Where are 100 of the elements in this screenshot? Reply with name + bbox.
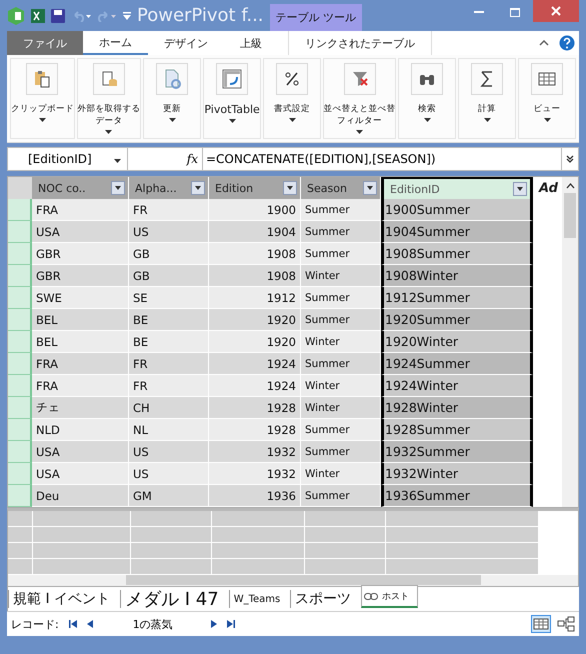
table-cell: Summer [301,353,381,375]
table-cell: US [129,221,209,243]
ribbon-label[interactable]: フィルター [337,115,382,127]
clipboard-icon [32,69,52,89]
filter-dropdown-icon[interactable] [363,181,377,195]
filter-dropdown-icon[interactable] [283,181,297,195]
customize-icon[interactable] [123,12,131,20]
table-cell: 1932Winter [381,463,533,485]
sheet-tab[interactable]: ホスト [361,585,418,608]
row-header[interactable] [8,265,32,287]
caret-icon [424,118,430,122]
row-header[interactable] [8,243,32,265]
table-cell: 1920 [209,309,301,331]
row-header[interactable] [8,287,32,309]
table-cell: 1936 [209,485,301,507]
table-cell: 1928Summer [381,419,533,441]
caret-icon [356,130,364,134]
table-cell: GBR [32,265,129,287]
row-header[interactable] [8,485,32,507]
table-cell: 1932Summer [381,441,533,463]
caret-icon [484,118,490,122]
ribbon-tab[interactable]: ファイル [7,31,83,55]
table-cell: 1908 [209,243,301,265]
scrollbar-thumb[interactable] [126,575,481,586]
table-cell: 1912 [209,287,301,309]
previous-record-icon[interactable] [86,620,93,628]
ribbon-label[interactable]: 外部を取得する [77,103,140,115]
ribbon-label[interactable]: クリップボード [10,103,74,115]
ribbon-label[interactable]: データ [95,115,122,127]
sheet-tab[interactable]: W_Teams [228,590,290,608]
caret-icon [38,118,46,122]
app-icon[interactable] [7,6,25,24]
last-record-icon[interactable] [226,620,235,628]
column-header[interactable]: Alpha... [129,177,209,199]
table-cell: チェ [32,397,129,419]
table-cell: 1920Summer [381,309,533,331]
row-header[interactable] [8,397,32,419]
close-button[interactable] [533,0,579,22]
table-cell: GB [129,243,209,265]
table-cell: 1904Summer [381,221,533,243]
filter-dropdown-icon[interactable] [111,181,125,195]
help-icon[interactable] [559,35,575,51]
ribbon-label[interactable]: 書式設定 [274,103,310,115]
ribbon-label[interactable]: 計算 [478,103,496,115]
caret-icon [288,118,296,122]
ribbon-label[interactable]: 更新 [163,103,182,115]
ribbon-label[interactable]: PivotTable [204,103,260,116]
table-cell: 1936Summer [381,485,533,507]
table-cell: 1908Summer [381,243,533,265]
redo-icon[interactable] [97,10,117,22]
table-cell: Summer [301,199,381,221]
table-cell: Winter [301,375,381,397]
caret-icon [228,119,236,123]
save-icon[interactable] [51,8,65,22]
table-cell: GB [129,265,209,287]
spreadsheet-icon[interactable] [31,8,45,22]
filter-dropdown-icon[interactable] [513,182,527,196]
table-cell: Deu [32,485,129,507]
ribbon-label[interactable]: 検索 [418,103,436,115]
caret-icon [168,118,176,122]
column-header[interactable]: Edition [209,177,301,199]
table-cell: GBR [32,243,129,265]
sheet-tab[interactable]: メダル I 47 [120,590,229,608]
table-cell: NLD [32,419,129,441]
column-header[interactable]: Season [301,177,381,199]
scroll-up-icon[interactable] [566,183,574,189]
next-record-icon[interactable] [210,620,217,628]
filter-dropdown-icon[interactable] [191,181,205,195]
table-cell: BE [129,309,209,331]
column-header[interactable]: EditionID [381,177,533,199]
scrollbar-thumb[interactable] [564,193,576,238]
collapse-ribbon-icon[interactable] [539,40,549,46]
ribbon-tab[interactable]: 上級 [224,31,278,55]
context-tab-group: テーブル ツール [270,4,362,31]
row-header[interactable] [8,353,32,375]
table-cell: SWE [32,287,129,309]
row-header[interactable] [8,199,32,221]
row-header[interactable] [8,375,32,397]
table-cell: 1900Summer [381,199,533,221]
row-header[interactable] [8,221,32,243]
ribbon-label[interactable]: 並べ替えと並べ替 [324,103,396,115]
table-cell: USA [32,463,129,485]
diagram-view-icon[interactable] [557,616,575,632]
table-cell: 1908 [209,265,301,287]
grid-view-icon[interactable] [531,615,551,633]
row-header[interactable] [8,331,32,353]
column-header[interactable]: NOC co.. [32,177,129,199]
ribbon-label[interactable]: ビュー [534,103,560,115]
first-record-icon[interactable] [68,620,77,628]
table-cell: 1904 [209,221,301,243]
table-cell: FR [129,353,209,375]
row-header[interactable] [8,441,32,463]
row-header[interactable] [8,309,32,331]
record-label: レコード: [11,616,59,632]
ribbon-tab[interactable]: デザイン [148,31,224,55]
table-cell: SE [129,287,209,309]
row-header[interactable] [8,463,32,485]
sheet-tab[interactable]: 規範 I イベント [8,590,120,608]
row-header[interactable] [8,419,32,441]
table-cell: Summer [301,243,381,265]
